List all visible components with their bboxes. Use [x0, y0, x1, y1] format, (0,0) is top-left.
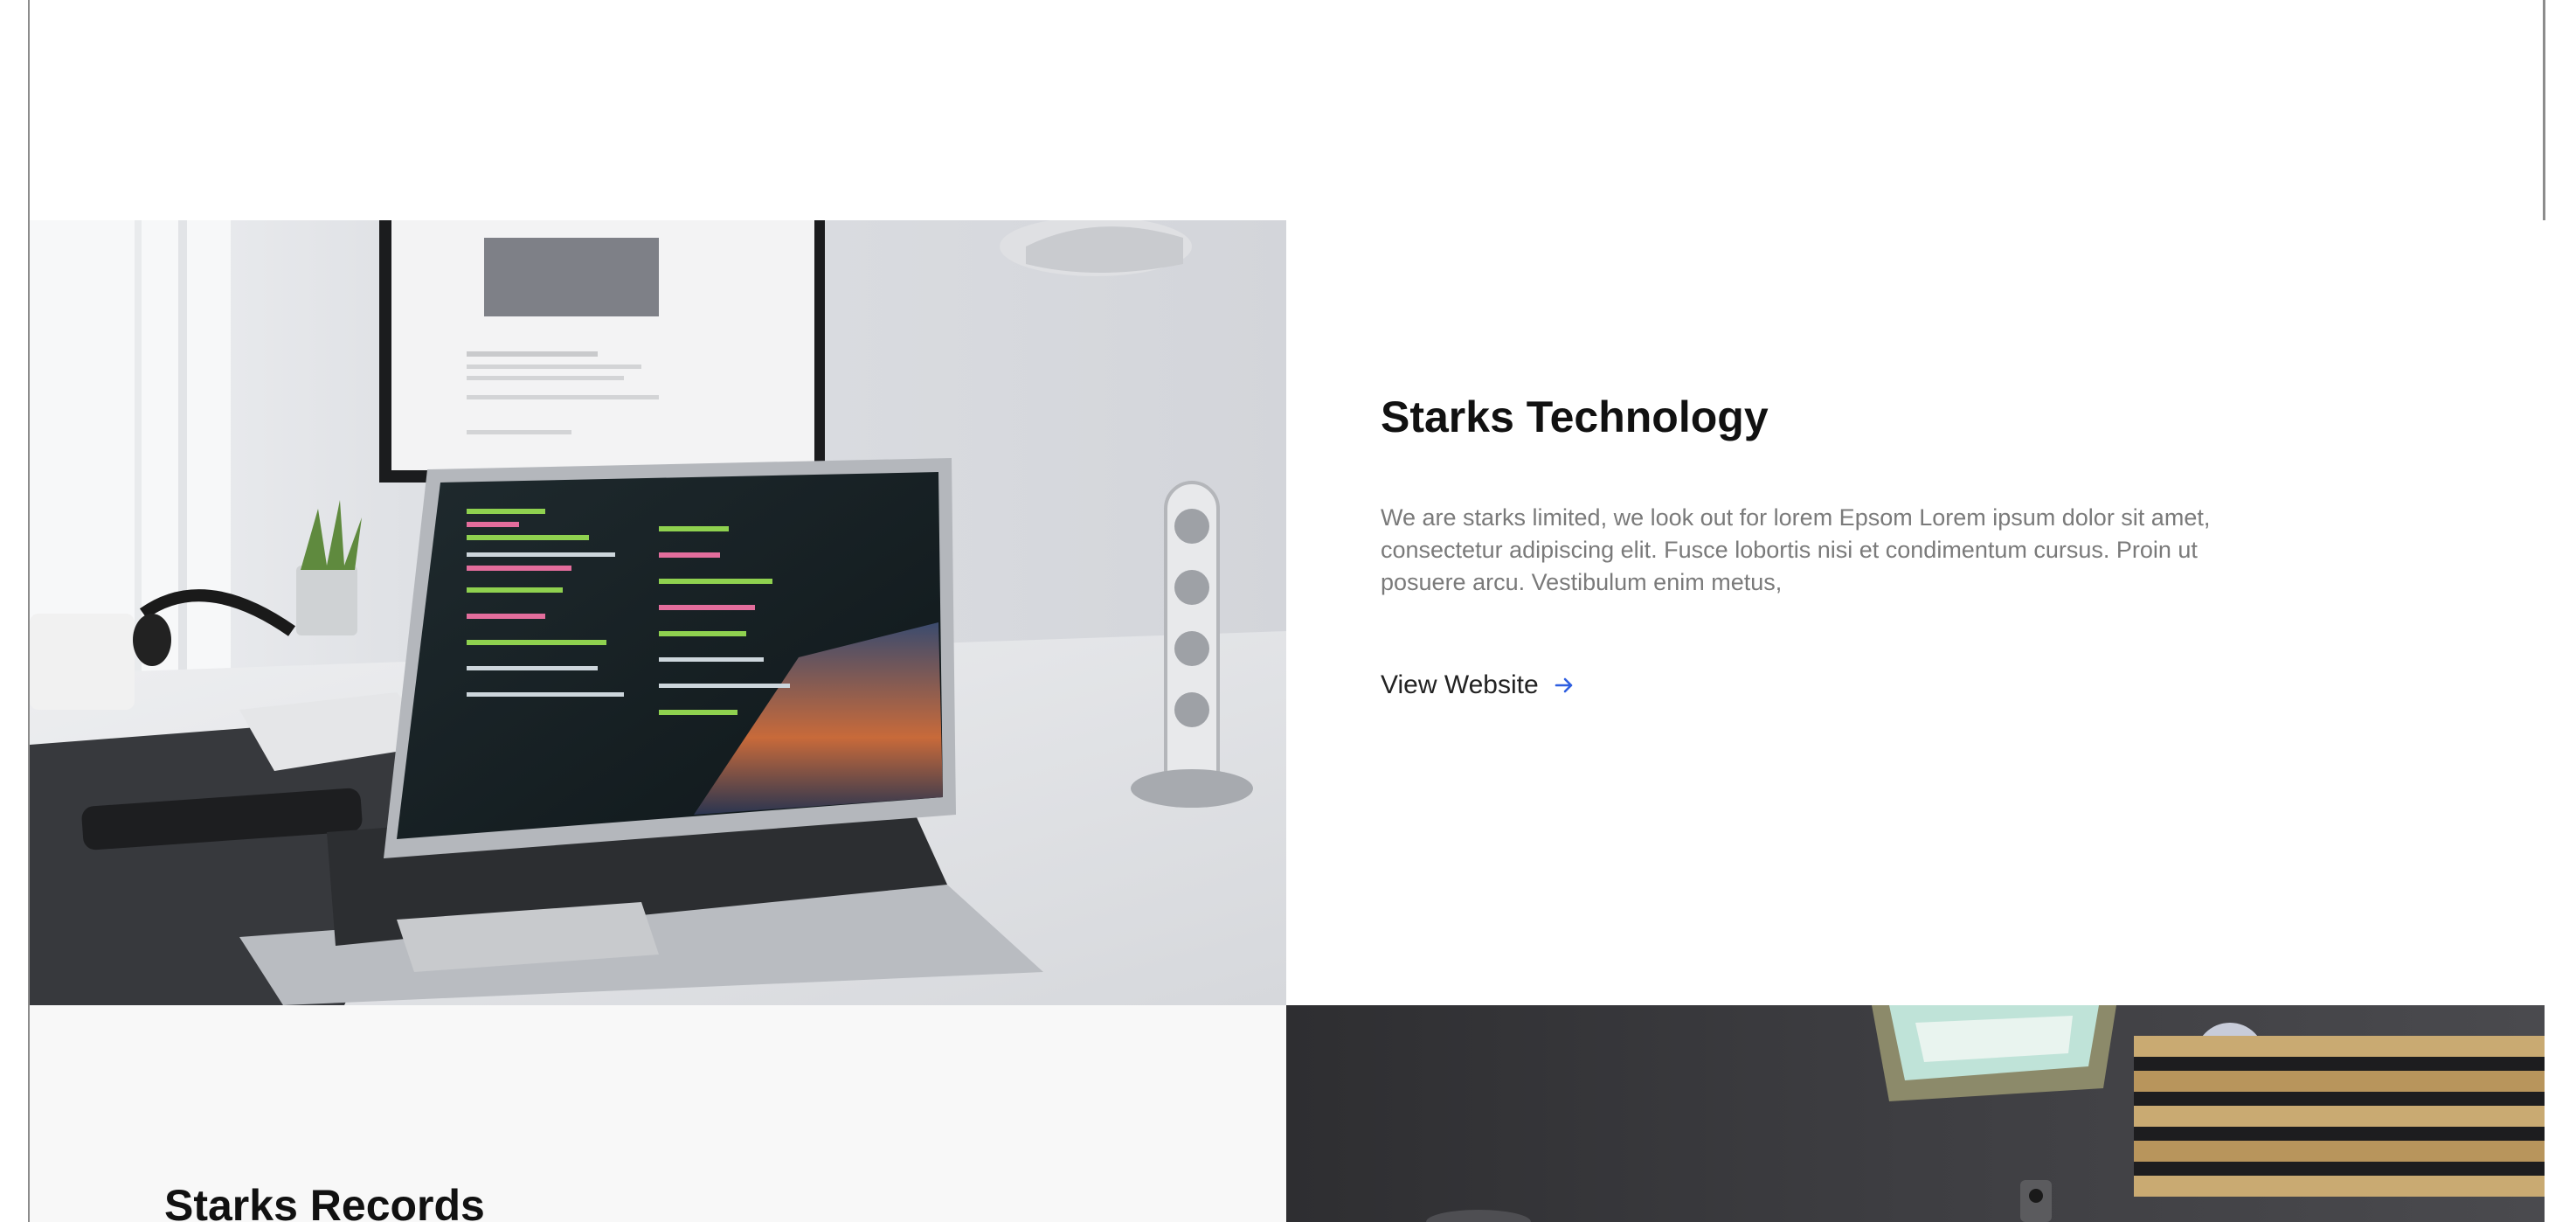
project-title: Starks Technology [1381, 392, 1769, 441]
recording-studio-illustration [1286, 1005, 2545, 1222]
view-website-link[interactable]: View Website [1381, 670, 1575, 700]
right-gutter [2545, 220, 2576, 1222]
arrow-right-icon [1553, 674, 1575, 697]
project-description: We are starks limited, we look out for l… [1381, 504, 2211, 595]
project-card-starks-technology: Starks Technology We are starks limited,… [1286, 220, 2545, 1005]
view-website-label: View Website [1381, 670, 1539, 699]
project-image-studio [1286, 1005, 2545, 1222]
project-title: Starks Records [164, 1181, 485, 1222]
project-image-laptop [30, 220, 1286, 1005]
right-frame-line [2543, 0, 2545, 220]
page: Starks Technology We are starks limited,… [0, 0, 2576, 1222]
laptop-desk-illustration [30, 220, 1286, 1005]
top-blank-section [30, 0, 2543, 220]
project-card-starks-records: Starks Records [30, 1005, 1286, 1222]
